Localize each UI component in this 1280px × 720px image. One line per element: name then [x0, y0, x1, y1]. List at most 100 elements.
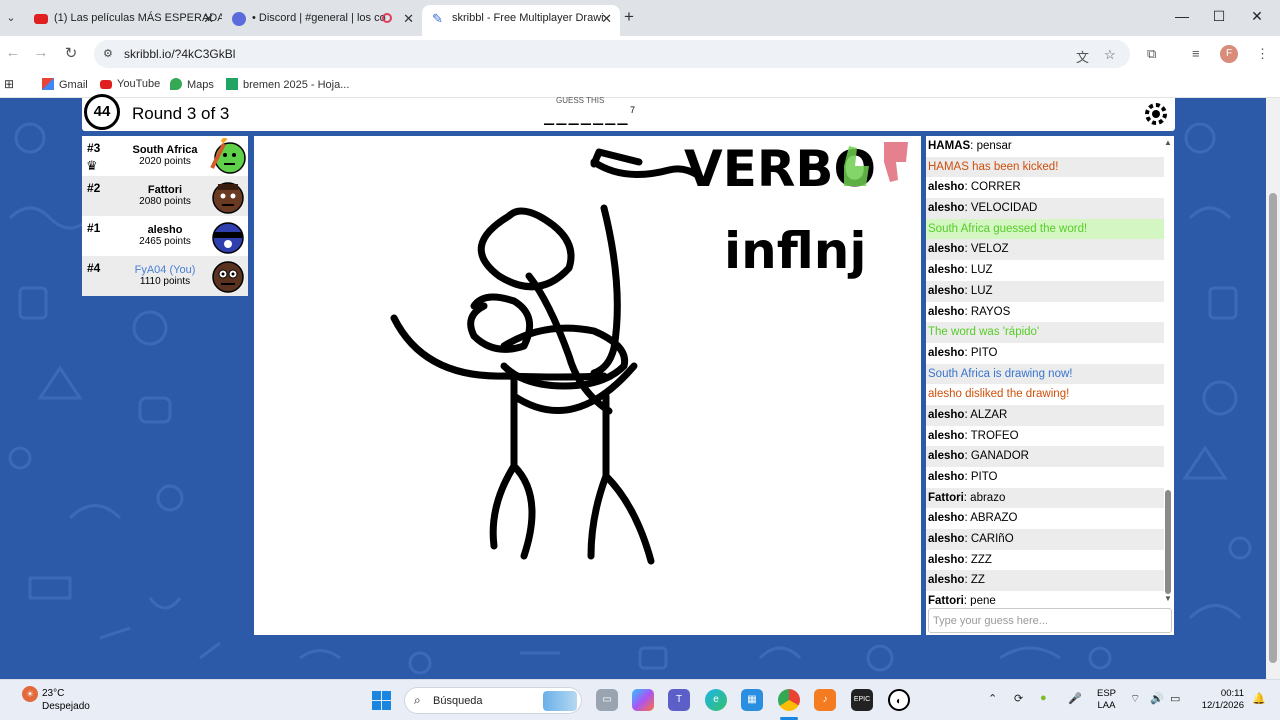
- weather-description[interactable]: Despejado: [42, 701, 90, 712]
- back-icon[interactable]: ←: [2, 44, 24, 61]
- browser-toolbar: ← → ↻ ⚙ skribbl.io/?4kC3GkBl 文 ☆ ⧉ ≡ F ⋮: [0, 36, 1280, 72]
- player-name: alesho: [147, 224, 183, 236]
- bookmark-sheets[interactable]: bremen 2025 - Hoja...: [226, 78, 349, 91]
- bookmark-youtube[interactable]: YouTube: [100, 78, 160, 90]
- chat-panel: HAMAS: pensar HAMAS has been kicked! alesh…: [926, 136, 1174, 635]
- menu-icon[interactable]: ⋮: [1256, 46, 1269, 62]
- youtube-icon: [34, 14, 48, 24]
- windows-start-icon[interactable]: [372, 691, 391, 710]
- apps-grid-icon[interactable]: ⊞: [4, 77, 14, 91]
- chat-message-list[interactable]: HAMAS: pensar HAMAS has been kicked! alesh…: [926, 136, 1164, 606]
- room-owner-crown-icon: ♛: [86, 158, 98, 173]
- player-rank: #1: [87, 221, 101, 235]
- player-row[interactable]: #1 alesho 2465 points: [82, 216, 248, 256]
- tab-youtube[interactable]: (1) Las películas MÁS ESPERADAS ✕: [24, 5, 222, 36]
- fl-studio-icon[interactable]: ♪: [814, 689, 836, 711]
- thumbs-down-icon[interactable]: [884, 142, 908, 182]
- chat-text: RAYOS: [970, 305, 1011, 318]
- close-tab-icon[interactable]: ✕: [403, 5, 414, 32]
- chat-username: alesho: [928, 574, 965, 587]
- player-row[interactable]: #4 FyA04 (You) 1110 points: [82, 256, 248, 296]
- edge-icon[interactable]: e: [705, 689, 727, 711]
- scroll-down-icon[interactable]: ▼: [1164, 594, 1172, 603]
- reload-icon[interactable]: ↻: [60, 44, 82, 62]
- player-avatar: [212, 182, 244, 214]
- sync-icon[interactable]: ⟳: [1014, 692, 1023, 705]
- chat-text: VELOCIDAD: [970, 202, 1038, 215]
- microphone-icon[interactable]: 🎤: [1068, 692, 1082, 705]
- pencil-icon: ✎: [432, 11, 443, 26]
- close-tab-icon[interactable]: ✕: [601, 5, 612, 32]
- extensions-icon[interactable]: ⧉: [1147, 46, 1156, 62]
- guess-input[interactable]: [928, 608, 1172, 633]
- address-bar[interactable]: ⚙ skribbl.io/?4kC3GkBl 文 ☆: [94, 40, 1130, 68]
- bookmark-gmail[interactable]: Gmail: [42, 78, 88, 91]
- player-row[interactable]: #3 ♛ South Africa 2020 points: [82, 136, 248, 176]
- media-controls-icon[interactable]: ≡: [1192, 46, 1200, 61]
- chat-message: alesho: ZZ: [926, 570, 1164, 592]
- tab-skribbl[interactable]: ✎ skribbl - Free Multiplayer Drawi ✕: [422, 5, 620, 36]
- profile-avatar[interactable]: F: [1220, 45, 1238, 63]
- tray-app-icon[interactable]: ●: [1040, 692, 1047, 704]
- notification-bell-icon[interactable]: 🔔: [1252, 692, 1266, 705]
- github-icon[interactable]: ◐: [888, 689, 910, 711]
- chat-text: pensar: [976, 140, 1012, 152]
- tray-chevron-icon[interactable]: ⌃: [988, 692, 997, 705]
- page-scrollbar[interactable]: [1266, 98, 1280, 679]
- chat-scrollbar-thumb[interactable]: [1165, 490, 1171, 594]
- site-settings-icon[interactable]: ⚙: [103, 47, 113, 60]
- forward-icon[interactable]: →: [30, 44, 52, 61]
- drawing-canvas[interactable]: VERBO inflnj: [254, 136, 921, 635]
- bookmarks-bar: ⊞ Gmail YouTube Maps bremen 2025 - Hoja.…: [0, 72, 1280, 98]
- chat-message: alesho: PITO: [928, 346, 998, 359]
- tab-discord[interactable]: • Discord | #general | los co ✕: [222, 5, 422, 36]
- chat-text: pene: [970, 595, 996, 606]
- chat-text: The word was 'rápido': [928, 326, 1040, 339]
- word-hint: _______: [544, 106, 630, 126]
- chat-scrollbar[interactable]: ▲ ▼: [1164, 138, 1172, 604]
- chat-message: alesho: PITO: [928, 471, 998, 483]
- chat-text: ZZZ: [970, 553, 992, 566]
- maximize-icon[interactable]: ☐: [1204, 8, 1234, 25]
- chat-message: alesho: RAYOS: [928, 305, 1011, 318]
- chat-message: alesho: GANADOR: [926, 446, 1164, 467]
- task-view-icon[interactable]: ▭: [596, 689, 618, 711]
- chat-text: PITO: [970, 471, 998, 483]
- chat-message: alesho: LUZ: [928, 264, 993, 277]
- player-row[interactable]: #2 Fattori 2080 points: [82, 176, 248, 216]
- wifi-icon[interactable]: ⌔: [1130, 692, 1140, 706]
- weather-sun-icon[interactable]: ☀: [22, 686, 38, 702]
- bookmark-maps[interactable]: Maps: [170, 78, 214, 91]
- chat-username: Fattori: [928, 595, 964, 606]
- tab-title: skribbl - Free Multiplayer Drawi: [452, 12, 604, 24]
- system-clock[interactable]: 00:11 12/1/2026: [1194, 688, 1244, 712]
- minimize-icon[interactable]: —: [1167, 8, 1197, 24]
- volume-icon[interactable]: 🔊: [1150, 692, 1164, 705]
- tab-search-chevron-icon[interactable]: ⌄: [2, 8, 20, 28]
- bookmark-label: YouTube: [117, 78, 161, 90]
- bookmark-star-icon[interactable]: ☆: [1104, 47, 1116, 63]
- page-scrollbar-thumb[interactable]: [1269, 193, 1277, 663]
- chat-username: alesho: [928, 346, 965, 359]
- player-name: Fattori: [147, 184, 183, 196]
- translate-icon[interactable]: 文: [1076, 47, 1089, 66]
- new-tab-icon[interactable]: +: [624, 7, 634, 27]
- close-tab-icon[interactable]: ✕: [203, 5, 214, 32]
- chrome-icon[interactable]: [778, 689, 800, 711]
- language-indicator[interactable]: ESP LAA: [1097, 688, 1116, 712]
- epic-games-icon[interactable]: EPIC: [851, 689, 873, 711]
- copilot-icon[interactable]: [632, 689, 654, 711]
- weather-temperature[interactable]: 23°C: [42, 688, 64, 699]
- close-window-icon[interactable]: ✕: [1242, 8, 1272, 25]
- scroll-up-icon[interactable]: ▲: [1164, 138, 1172, 147]
- player-avatar: [212, 261, 244, 293]
- chat-text: LUZ: [970, 264, 993, 277]
- settings-gear-icon[interactable]: [1141, 100, 1171, 128]
- teams-icon[interactable]: T: [668, 689, 690, 711]
- battery-icon[interactable]: ▭: [1170, 692, 1180, 705]
- maps-pin-icon: [170, 78, 182, 90]
- taskbar-search[interactable]: ⌕ Búsqueda: [404, 687, 582, 714]
- store-icon[interactable]: ▦: [741, 689, 763, 711]
- chat-text: PITO: [970, 346, 998, 359]
- chat-message: alesho: ALZAR: [926, 404, 1164, 426]
